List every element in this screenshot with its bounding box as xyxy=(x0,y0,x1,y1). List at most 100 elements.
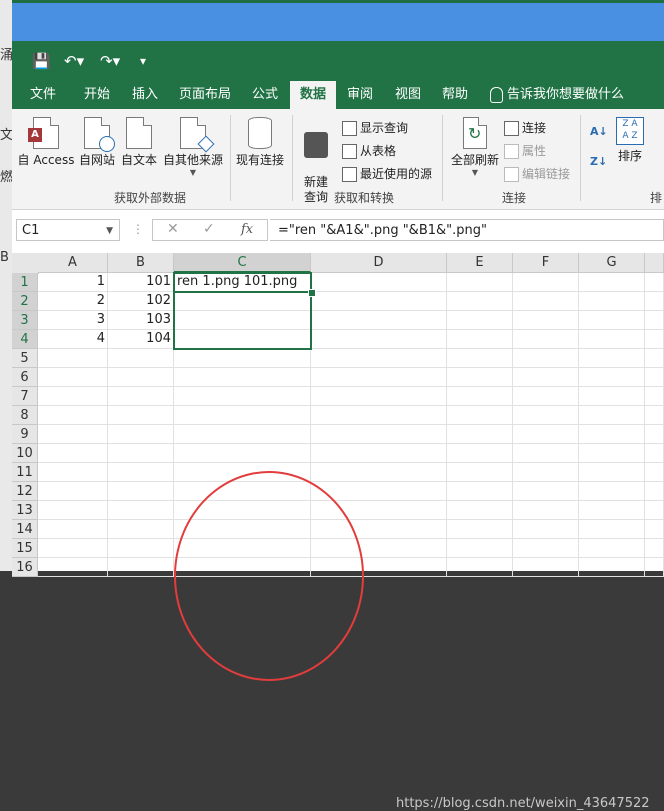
sort-button[interactable]: Z AA Z 排序 xyxy=(612,117,648,164)
grid-cell[interactable] xyxy=(513,273,579,292)
grid-cell[interactable] xyxy=(645,558,664,577)
grid-cell[interactable] xyxy=(645,444,664,463)
tab-insert[interactable]: 插入 xyxy=(132,81,158,109)
cell-B3[interactable]: 103 xyxy=(108,311,174,330)
tab-view[interactable]: 视图 xyxy=(395,81,421,109)
grid-cell[interactable] xyxy=(108,387,174,406)
row-header[interactable]: 10 xyxy=(12,444,38,463)
column-header[interactable]: G xyxy=(579,253,645,273)
grid-cell[interactable] xyxy=(579,292,645,311)
grid-cell[interactable] xyxy=(645,273,664,292)
save-icon[interactable]: 💾 xyxy=(32,53,51,69)
sort-ascending-icon[interactable]: A↓ xyxy=(590,123,608,141)
grid-cell[interactable] xyxy=(447,273,513,292)
grid-cell[interactable] xyxy=(108,406,174,425)
grid-cell[interactable] xyxy=(447,349,513,368)
tab-file[interactable]: 文件 xyxy=(30,81,56,109)
grid-cell[interactable] xyxy=(447,425,513,444)
row-header[interactable]: 15 xyxy=(12,539,38,558)
grid-cell[interactable] xyxy=(579,368,645,387)
row-header[interactable]: 7 xyxy=(12,387,38,406)
grid-cell[interactable] xyxy=(645,425,664,444)
grid-cell[interactable] xyxy=(645,520,664,539)
grid-cell[interactable] xyxy=(311,463,447,482)
grid-cell[interactable] xyxy=(513,463,579,482)
grid-cell[interactable] xyxy=(174,463,311,482)
cell-A1[interactable]: 1 xyxy=(38,273,108,292)
grid-cell[interactable] xyxy=(513,387,579,406)
insert-function-icon[interactable]: fx xyxy=(241,222,253,237)
grid-cell[interactable] xyxy=(174,387,311,406)
from-web-button[interactable]: 自网站 xyxy=(76,117,118,168)
cell-A4[interactable]: 4 xyxy=(38,330,108,349)
column-header[interactable]: C xyxy=(174,253,311,273)
column-header[interactable]: A xyxy=(38,253,108,273)
grid-cell[interactable] xyxy=(513,558,579,577)
grid-cell[interactable] xyxy=(645,482,664,501)
grid-cell[interactable] xyxy=(513,520,579,539)
show-queries-button[interactable]: 显示查询 xyxy=(342,119,408,137)
grid-cell[interactable] xyxy=(513,368,579,387)
grid-cell[interactable] xyxy=(513,330,579,349)
grid-cell[interactable] xyxy=(579,463,645,482)
tab-formulas[interactable]: 公式 xyxy=(252,81,278,109)
cell-B4[interactable]: 104 xyxy=(108,330,174,349)
grid-cell[interactable] xyxy=(311,520,447,539)
grid-cell[interactable] xyxy=(513,292,579,311)
grid-cell[interactable] xyxy=(645,368,664,387)
column-header[interactable] xyxy=(645,253,664,273)
grid-cell[interactable] xyxy=(108,444,174,463)
grid-cell[interactable] xyxy=(579,387,645,406)
grid-cell[interactable] xyxy=(311,330,447,349)
sort-descending-icon[interactable]: Z↓ xyxy=(590,153,607,171)
grid-cell[interactable] xyxy=(579,406,645,425)
row-header[interactable]: 3 xyxy=(12,311,38,330)
formula-input[interactable]: ="ren "&A1&".png "&B1&".png" xyxy=(270,219,664,241)
grid-cell[interactable] xyxy=(447,406,513,425)
grid-cell[interactable] xyxy=(108,520,174,539)
row-header[interactable]: 1 xyxy=(12,273,38,292)
grid-cell[interactable] xyxy=(579,558,645,577)
grid-cell[interactable] xyxy=(38,425,108,444)
redo-icon[interactable]: ↷▾ xyxy=(100,53,120,69)
grid-cell[interactable] xyxy=(108,368,174,387)
grid-cell[interactable] xyxy=(447,330,513,349)
grid-cell[interactable] xyxy=(645,330,664,349)
grid-cell[interactable] xyxy=(174,425,311,444)
grid-cell[interactable] xyxy=(311,482,447,501)
grid-cell[interactable] xyxy=(108,501,174,520)
grid-cell[interactable] xyxy=(447,482,513,501)
row-header[interactable]: 4 xyxy=(12,330,38,349)
grid-cell[interactable] xyxy=(645,406,664,425)
connections-button[interactable]: 连接 xyxy=(504,119,546,137)
grid-cell[interactable] xyxy=(38,387,108,406)
from-other-sources-button[interactable]: 自其他来源 ▼ xyxy=(160,117,226,177)
grid-cell[interactable] xyxy=(513,539,579,558)
grid-cell[interactable] xyxy=(108,349,174,368)
column-header[interactable]: D xyxy=(311,253,447,273)
column-header[interactable]: B xyxy=(108,253,174,273)
tab-data[interactable]: 数据 xyxy=(290,81,337,109)
tab-home[interactable]: 开始 xyxy=(84,81,110,109)
grid-cell[interactable] xyxy=(447,463,513,482)
grid-cell[interactable] xyxy=(311,273,447,292)
grid-cell[interactable] xyxy=(174,520,311,539)
grid-cell[interactable] xyxy=(174,406,311,425)
enter-icon[interactable]: ✓ xyxy=(203,221,215,237)
grid-cell[interactable] xyxy=(38,539,108,558)
grid-cell[interactable] xyxy=(174,539,311,558)
grid-cell[interactable] xyxy=(579,273,645,292)
grid-cell[interactable] xyxy=(311,368,447,387)
from-table-button[interactable]: 从表格 xyxy=(342,142,396,160)
column-header[interactable]: F xyxy=(513,253,579,273)
name-box[interactable]: C1 ▼ xyxy=(16,219,120,241)
grid-cell[interactable] xyxy=(38,406,108,425)
grid-cell[interactable] xyxy=(311,558,447,577)
grid-cell[interactable] xyxy=(311,387,447,406)
grid-cell[interactable] xyxy=(447,558,513,577)
cancel-icon[interactable]: ✕ xyxy=(167,221,179,237)
grid-cell[interactable] xyxy=(38,349,108,368)
grid-cell[interactable] xyxy=(645,463,664,482)
grid-cell[interactable] xyxy=(174,558,311,577)
grid-cell[interactable] xyxy=(38,368,108,387)
